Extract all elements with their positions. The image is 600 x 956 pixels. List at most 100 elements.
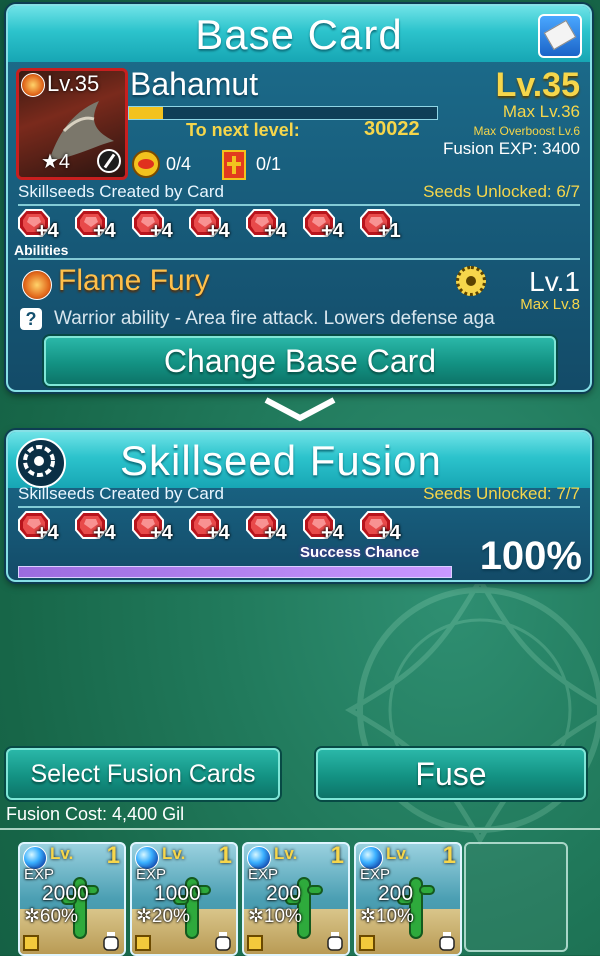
slot-exp-label: EXP [248,866,279,883]
success-chance-value: 100% [479,534,582,578]
success-bar [18,566,452,578]
slot-level-label: Lv. [50,844,74,863]
fuse-label: Fuse [415,756,487,792]
max-overboost: Max Overboost Lv.6 [473,124,581,138]
slot-exp-value: 200 [378,882,414,905]
skillseed-count: +4 [36,220,59,242]
fusion-title: Skillseed Fusion [120,437,442,484]
divider [18,506,580,508]
skillseed-count: +4 [207,522,230,544]
skillseed-gem: +4 [360,510,402,544]
slot-level: 1 [106,842,120,869]
eye-icon [132,150,160,178]
slot-percent-value: 20% [151,906,190,927]
success-chance-label: Success Chance [300,544,420,561]
max-level: Max Lv.36 [502,102,580,121]
divider [0,828,600,830]
slot-exp-value: 2000 [42,882,89,905]
chevron-down-icon [264,397,336,422]
base-card-title: Base Card [195,11,403,58]
fusion-card-slot[interactable]: Lv. 1 EXP 2000 ✲60% [18,842,126,956]
skillseeds-label: Skillseeds Created by Card [18,182,224,201]
fuse-button[interactable]: Fuse [316,748,586,800]
exp-bar-fill [129,107,163,119]
skillseed-gem: +4 [18,510,60,544]
weapon-type-icon [97,149,121,173]
slot-exp-label: EXP [136,866,167,883]
skillseed-count: +4 [321,522,344,544]
skillseed-count: +4 [321,220,344,242]
skillseed-count: +4 [150,220,173,242]
fusion-cost: Fusion Cost: 4,400 Gil [6,804,185,824]
slot-level: 1 [218,842,232,869]
divider [18,258,580,260]
skillseed-gem: +4 [18,208,60,242]
ability-name: Flame Fury [58,264,210,297]
skillseed-gem: +4 [75,510,117,544]
fusion-seeds-unlocked: Seeds Unlocked: 7/7 [423,484,580,503]
ability-fire-icon [22,270,52,300]
success-bar-fill [19,567,451,577]
portrait-level: Lv.35 [47,71,100,96]
lock-icon [359,935,375,951]
background-emblem [344,574,600,846]
fusion-card-slot[interactable]: Lv. 1 EXP 200 ✲10% [354,842,462,956]
slot-level-label: Lv. [274,844,298,863]
skillseed-count: +4 [264,220,287,242]
potion-icon [103,932,119,951]
seeds-unlocked: Seeds Unlocked: 6/7 [423,182,580,201]
skillseed-count: +4 [93,220,116,242]
skillseed-icon [16,438,66,488]
portrait-stars: ★4 [41,151,71,173]
divider [18,204,580,206]
skillseed-gem: +4 [246,510,288,544]
counter-b: 0/1 [256,154,282,174]
change-base-card-label: Change Base Card [163,343,437,379]
ability-level: Lv.1 [529,266,580,297]
help-icon[interactable]: ? [20,308,42,330]
fusion-seed-row: +4 +4 +4 +4 +4 +4 +4 [18,510,438,546]
slot-exp-label: EXP [360,866,391,883]
skillseed-fusion-panel: Skillseed Fusion Skillseeds Created by C… [6,430,592,582]
skillseed-count: +4 [36,522,59,544]
base-card-portrait[interactable]: Lv.35 ★4 [16,68,128,180]
fusion-header: Skillseed Fusion [8,432,590,488]
select-fusion-cards-label: Select Fusion Cards [30,760,256,788]
fusion-card-slot[interactable]: Lv. 1 EXP 1000 ✲20% [130,842,238,956]
select-fusion-cards-button[interactable]: Select Fusion Cards [6,748,280,800]
slot-exp-label: EXP [24,866,55,883]
skillseed-gem: +4 [303,208,345,242]
slot-skillseed-percent: ✲60% [24,906,78,927]
skillseed-gem: +4 [75,208,117,242]
fusion-skillseeds-label: Skillseeds Created by Card [18,484,224,503]
empty-fusion-slot[interactable] [464,842,568,952]
abilities-label: Abilities [14,242,69,258]
lock-icon [135,935,151,951]
skillseed-gem: +4 [189,510,231,544]
skillseed-gem: +4 [189,208,231,242]
slot-skillseed-percent: ✲10% [248,906,302,927]
change-base-card-button[interactable]: Change Base Card [44,336,556,386]
skillseed-gem: +4 [303,510,345,544]
slot-skillseed-percent: ✲20% [136,906,190,927]
base-seed-row: +4 +4 +4 +4 +4 +4 +1 [18,208,438,244]
slot-level: 1 [330,842,344,869]
skillseed-count: +4 [207,220,230,242]
potion-icon [327,932,343,951]
card-level: Lv.35 [495,66,580,104]
to-next-value: 30022 [364,118,420,140]
skillseed-count: +1 [378,220,401,242]
slot-exp-value: 1000 [154,882,201,905]
ticket-icon[interactable] [538,14,582,58]
slot-percent-value: 10% [375,906,414,927]
counter-a: 0/4 [166,154,192,174]
slot-skillseed-percent: ✲10% [360,906,414,927]
ability-gear-icon [456,266,486,296]
lock-icon [23,935,39,951]
slot-level: 1 [442,842,456,869]
lock-icon [247,935,263,951]
ability-description: Warrior ability - Area fire attack. Lowe… [54,308,495,329]
skillseed-gem: +4 [246,208,288,242]
fusion-card-slot[interactable]: Lv. 1 EXP 200 ✲10% [242,842,350,956]
base-card-panel: Base Card Lv.35 ★4 Bahamut Lv.35 Max Lv.… [6,4,592,392]
